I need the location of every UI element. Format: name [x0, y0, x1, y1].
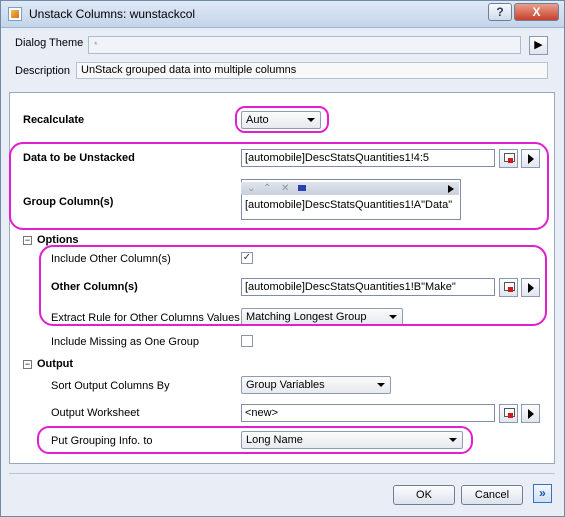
include-missing-checkbox[interactable] [241, 335, 253, 347]
remove-x-icon[interactable]: ✕ [281, 183, 289, 194]
down-chevron-icon[interactable]: ⌄ [247, 183, 255, 194]
grouping-info-value: Long Name [246, 434, 303, 446]
description-field: UnStack grouped data into multiple colum… [76, 62, 548, 79]
output-collapse-toggle[interactable]: − [23, 360, 32, 369]
extract-rule-value: Matching Longest Group [246, 311, 367, 323]
data-range-picker-icon[interactable] [499, 149, 518, 168]
title-bar: Unstack Columns: wunstackcol ? X [1, 1, 564, 28]
grouping-info-select[interactable]: Long Name [241, 431, 463, 449]
ok-button[interactable]: OK [393, 485, 455, 505]
grouping-info-label: Put Grouping Info. to [51, 435, 153, 447]
dialog-theme-field[interactable]: * [88, 36, 521, 54]
chevron-down-icon [377, 383, 385, 387]
group-list-toolbar: ⌄ ⌃ ✕ [241, 182, 459, 195]
data-range-menu-icon[interactable] [521, 149, 540, 168]
options-collapse-toggle[interactable]: − [23, 236, 32, 245]
group-columns-label: Group Column(s) [23, 196, 114, 208]
other-columns-label: Other Column(s) [51, 281, 138, 293]
chevron-down-icon [307, 118, 315, 122]
group-columns-item[interactable]: [automobile]DescStatsQuantities1!A"Data" [245, 199, 452, 211]
cancel-button[interactable]: Cancel [461, 485, 523, 505]
close-button[interactable]: X [514, 3, 559, 21]
recalculate-label: Recalculate [23, 114, 85, 126]
column-icon[interactable] [298, 185, 306, 191]
data-unstack-input[interactable]: [automobile]DescStatsQuantities1!4:5 [241, 149, 495, 167]
help-button[interactable]: ? [488, 3, 512, 21]
other-columns-menu-icon[interactable] [521, 278, 540, 297]
extract-rule-select[interactable]: Matching Longest Group [241, 308, 403, 326]
recalculate-select[interactable]: Auto [241, 111, 321, 129]
sort-output-value: Group Variables [246, 379, 325, 391]
output-worksheet-label: Output Worksheet [51, 407, 140, 419]
expand-more-button[interactable]: » [533, 484, 552, 503]
include-other-columns-label: Include Other Column(s) [51, 253, 171, 265]
theme-menu-button[interactable]: ▶ [529, 36, 548, 55]
description-label: Description [15, 65, 71, 77]
include-missing-label: Include Missing as One Group [51, 336, 199, 348]
output-worksheet-menu-icon[interactable] [521, 404, 540, 423]
other-columns-picker-icon[interactable] [499, 278, 518, 297]
chevron-down-icon [449, 438, 457, 442]
dialog-window: Unstack Columns: wunstackcol ? X Dialog … [0, 0, 565, 517]
dialog-theme-label: Dialog Theme [15, 37, 84, 49]
recalculate-value: Auto [246, 114, 269, 126]
data-unstack-label: Data to be Unstacked [23, 152, 135, 164]
up-chevron-icon[interactable]: ⌃ [263, 183, 271, 194]
window-title: Unstack Columns: wunstackcol [29, 7, 196, 21]
output-worksheet-input[interactable]: <new> [241, 404, 495, 422]
sort-output-select[interactable]: Group Variables [241, 376, 391, 394]
options-section-label: Options [37, 234, 79, 246]
footer-divider [9, 473, 555, 474]
chevron-down-icon [389, 315, 397, 319]
include-other-columns-checkbox[interactable]: ✓ [241, 252, 253, 264]
sort-output-label: Sort Output Columns By [51, 380, 170, 392]
app-icon [8, 7, 22, 21]
play-icon[interactable] [448, 185, 454, 193]
extract-rule-label: Extract Rule for Other Columns Values [51, 312, 240, 324]
other-columns-input[interactable]: [automobile]DescStatsQuantities1!B"Make" [241, 278, 495, 296]
output-worksheet-picker-icon[interactable] [499, 404, 518, 423]
output-section-label: Output [37, 358, 74, 370]
